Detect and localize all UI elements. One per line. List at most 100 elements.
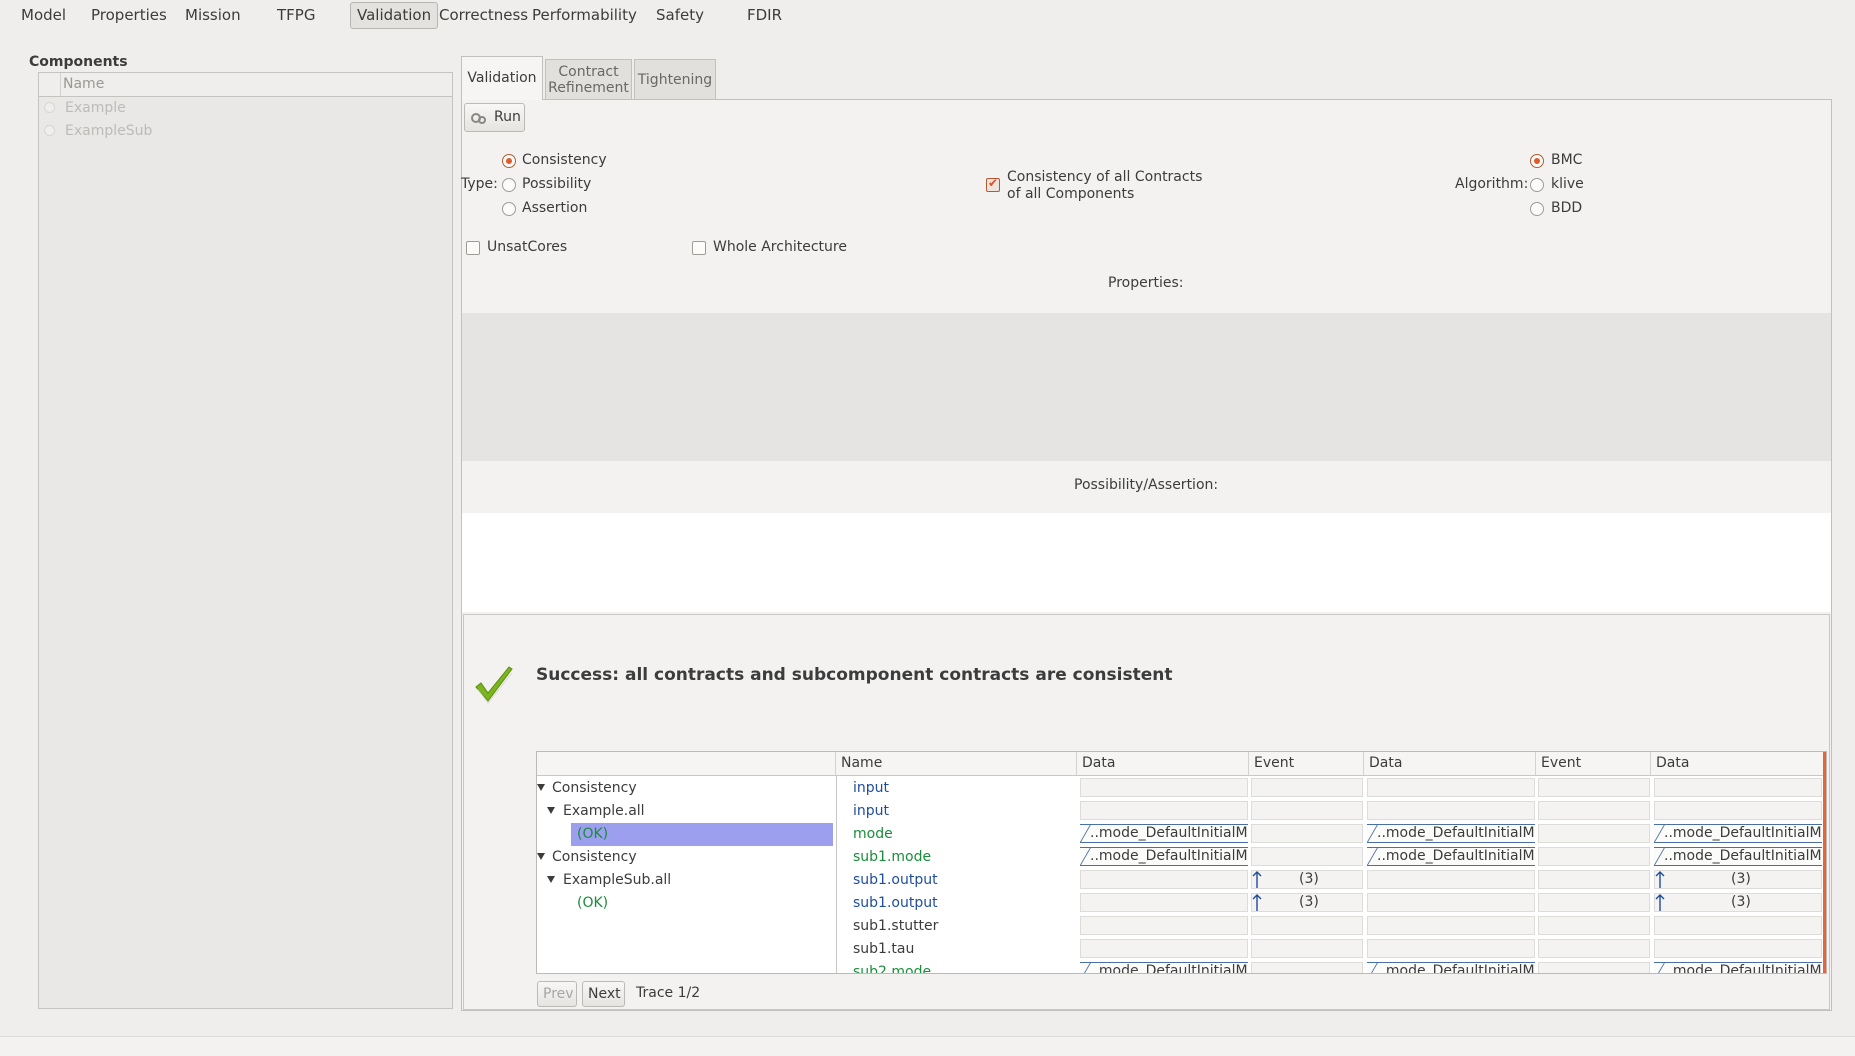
wave-cell (1654, 801, 1822, 820)
type-consistency-label: Consistency (522, 152, 607, 168)
unsat-cores-checkbox[interactable] (466, 241, 480, 255)
event-count: (3) (1731, 894, 1751, 910)
wave-cell (1654, 939, 1822, 958)
component-row-examplesub[interactable]: ExampleSub (39, 120, 452, 143)
wave-cell (1080, 870, 1248, 889)
menu-tfpg[interactable]: TFPG (277, 6, 315, 26)
algorithm-klive-radio[interactable] (1530, 178, 1544, 192)
signal-name: input (853, 780, 890, 796)
tab-contract-refinement[interactable]: Contract Refinement (545, 59, 632, 100)
header-event-1[interactable]: Event (1249, 752, 1364, 776)
algorithm-bdd-label: BDD (1551, 200, 1583, 216)
properties-label: Properties: (1108, 275, 1184, 291)
wave-cell (1080, 916, 1248, 935)
component-radio[interactable] (44, 102, 55, 113)
type-assertion-radio[interactable] (502, 202, 516, 216)
algorithm-label: Algorithm: (1455, 176, 1529, 192)
tree-label: ExampleSub.all (563, 872, 672, 888)
header-data-3[interactable]: Data (1651, 752, 1826, 776)
components-name-column[interactable]: Name (63, 76, 104, 92)
wave-cell (1080, 893, 1248, 912)
header-data-1[interactable]: Data (1077, 752, 1249, 776)
component-radio[interactable] (44, 125, 55, 136)
consistency-all-checkbox[interactable] (986, 176, 1000, 192)
consistency-all-label-1: Consistency of all Contracts (1007, 169, 1203, 185)
horizontal-scroll-indicator[interactable] (1823, 752, 1826, 973)
wave-cell (1251, 847, 1363, 866)
components-title: Components (29, 54, 128, 70)
wave-cell (1080, 939, 1248, 958)
component-row-example[interactable]: Example (39, 97, 452, 120)
expander-icon[interactable] (537, 784, 545, 791)
signal-name: sub1.output (853, 872, 938, 888)
event-arrow-icon (1655, 894, 1665, 911)
header-name[interactable]: Name (836, 752, 1077, 776)
event-arrow-icon (1252, 894, 1262, 911)
result-message: Success: all contracts and subcomponent … (536, 665, 1173, 685)
possibility-assertion-editor[interactable] (462, 513, 1831, 612)
tree-label: Consistency (552, 849, 637, 865)
properties-editor[interactable] (462, 313, 1831, 461)
wave-value: ..mode_DefaultInitialMo (1654, 847, 1822, 866)
header-event-2[interactable]: Event (1536, 752, 1651, 776)
tree-divider (836, 776, 837, 973)
wave-cell (1080, 778, 1248, 797)
component-label: Example (65, 100, 126, 116)
wave-cell (1538, 939, 1650, 958)
components-header: Name (39, 73, 452, 97)
type-possibility-radio[interactable] (502, 178, 516, 192)
wave-value: ..mode_DefaultInitialMo (1654, 824, 1822, 843)
wave-cell (1367, 893, 1535, 912)
algorithm-bdd-radio[interactable] (1530, 202, 1544, 216)
tab-tightening[interactable]: Tightening (634, 59, 716, 100)
unsat-cores-label: UnsatCores (487, 239, 568, 255)
wave-cell (1538, 847, 1650, 866)
menu-mission[interactable]: Mission (185, 6, 241, 26)
type-label: Type: (461, 176, 498, 192)
signal-name: input (853, 803, 890, 819)
wave-value: ..mode_DefaultInitialMo (1080, 824, 1248, 843)
run-icon (471, 113, 486, 124)
menu-validation[interactable]: Validation (350, 2, 439, 29)
run-button[interactable]: Run (464, 103, 525, 132)
menu-safety[interactable]: Safety (656, 6, 704, 26)
whole-architecture-checkbox[interactable] (692, 241, 706, 255)
expander-icon[interactable] (547, 876, 555, 883)
wave-cell (1538, 893, 1650, 912)
components-list: Name Example ExampleSub (38, 72, 453, 1009)
menu-correctness[interactable]: Correctness (439, 6, 528, 26)
event-count: (3) (1731, 871, 1751, 887)
trace-table: Name Data Event Data Event Data Consiste… (536, 751, 1827, 974)
expander-icon[interactable] (547, 807, 555, 814)
wave-cell (1538, 916, 1650, 935)
menu-performability[interactable]: Performability (532, 6, 637, 26)
event-count: (3) (1299, 871, 1319, 887)
wave-value: ..mode_DefaultInitialMo (1367, 824, 1535, 843)
menu-fdir[interactable]: FDIR (747, 6, 782, 26)
event-arrow-icon (1655, 871, 1665, 888)
header-data-2[interactable]: Data (1364, 752, 1536, 776)
type-assertion-label: Assertion (522, 200, 588, 216)
expander-icon[interactable] (537, 853, 545, 860)
wave-cell (1538, 870, 1650, 889)
wave-cell (1367, 939, 1535, 958)
signal-name: sub2.mode (853, 964, 932, 974)
next-button[interactable]: Next (582, 981, 625, 1007)
wave-value: ..mode_DefaultInitialMo (1367, 962, 1535, 973)
tab-validation[interactable]: Validation (461, 56, 543, 100)
prev-button[interactable]: Prev (537, 981, 577, 1007)
algorithm-klive-label: klive (1551, 176, 1584, 192)
wave-cell (1367, 801, 1535, 820)
header-select-cell (39, 73, 61, 96)
tree-header (537, 752, 836, 776)
type-consistency-radio[interactable] (502, 154, 516, 168)
algorithm-bmc-radio[interactable] (1530, 154, 1544, 168)
algorithm-bmc-label: BMC (1551, 152, 1583, 168)
wave-cell (1538, 962, 1650, 973)
wave-cell (1538, 801, 1650, 820)
wave-cell (1251, 916, 1363, 935)
signal-name: sub1.stutter (853, 918, 939, 934)
signal-name: sub1.mode (853, 849, 932, 865)
menu-model[interactable]: Model (21, 6, 66, 26)
menu-properties[interactable]: Properties (91, 6, 167, 26)
